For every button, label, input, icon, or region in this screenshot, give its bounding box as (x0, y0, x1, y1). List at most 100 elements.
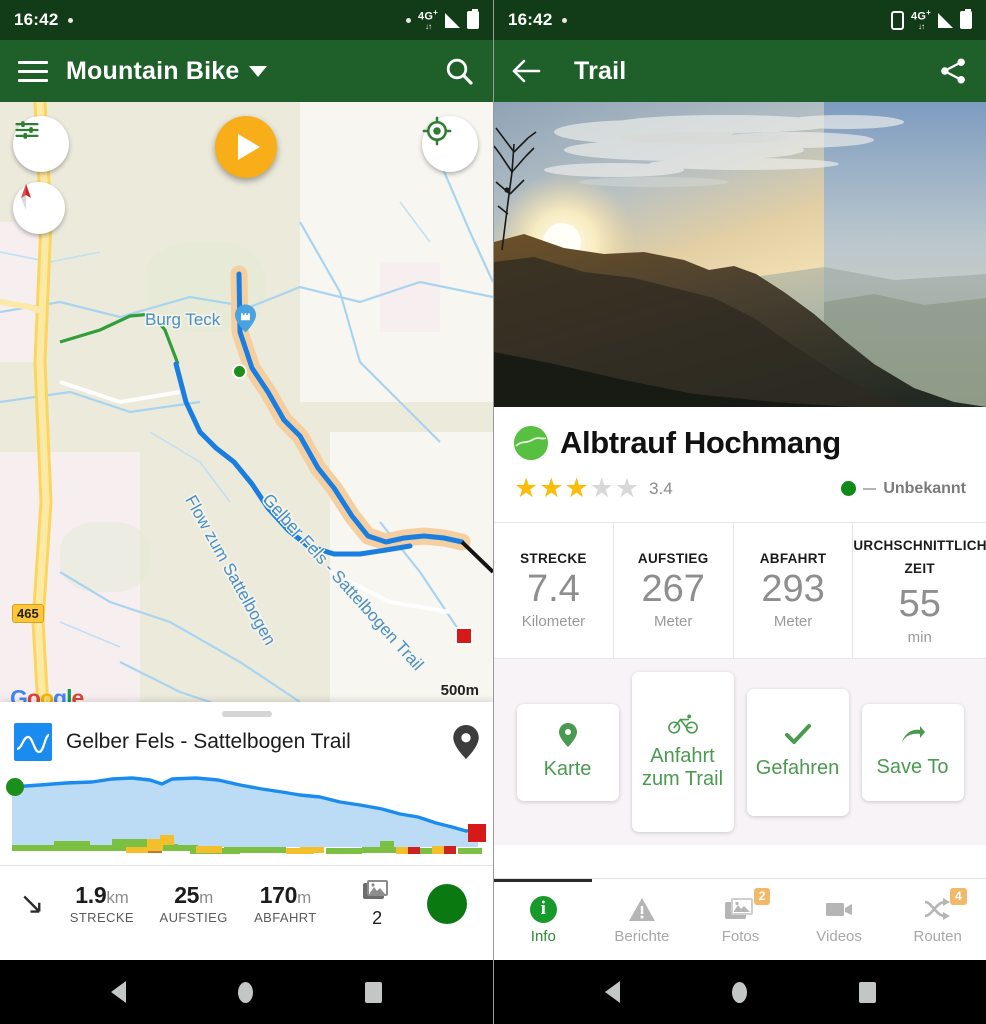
action-card-anfahrt[interactable]: Anfahrt zum Trail (631, 672, 734, 832)
tab-info[interactable]: i Info (494, 894, 593, 945)
elevation-chart-svg (6, 776, 486, 854)
status-notification-dot (68, 17, 74, 23)
search-icon[interactable] (443, 55, 475, 87)
tab-fotos[interactable]: 2 Fotos (691, 888, 790, 945)
map-pin-icon[interactable] (453, 725, 479, 759)
status-bar-left: 16:42 4G+ ↓↑ (0, 0, 493, 40)
sheet-stat-descent-label: ABFAHRT (254, 910, 317, 925)
bottom-tab-bar: i Info Berichte 2 Fotos Videos 4 Routen (494, 878, 986, 960)
rating-value: 3.4 (649, 478, 673, 498)
sheet-stat-ascent-value: 25 (174, 882, 200, 908)
sheet-stat-distance-unit: km (106, 888, 129, 907)
map-canvas[interactable]: Burg Teck 465 Flow zum Sattelbogen Gelbe… (0, 102, 493, 724)
star-icon-4: ★ (589, 473, 614, 503)
nav-home-icon[interactable] (238, 981, 253, 1003)
action-card-gefahren-label: Gefahren (755, 757, 840, 779)
elevation-chart[interactable] (0, 769, 493, 865)
stat-distance: STRECKE 7.4 Kilometer (494, 523, 614, 658)
bicycle-icon (667, 714, 698, 739)
stat-distance-unit: Kilometer (521, 613, 586, 631)
status-notification-dot (562, 17, 568, 23)
status-time: 16:42 (508, 10, 553, 29)
network-type-icon: 4G+ ↓↑ (911, 8, 931, 31)
app-bar-title: Mountain Bike (66, 56, 240, 85)
info-icon: i (529, 895, 557, 923)
sheet-stat-distance: 1.9km STRECKE (56, 882, 148, 925)
action-card-gefahren[interactable]: Gefahren (746, 688, 849, 816)
share-arrow-icon (900, 725, 926, 750)
sheet-photo-count[interactable]: 2 (331, 879, 423, 929)
stat-ascent-label: AUFSTIEG (637, 550, 709, 566)
warning-icon (628, 897, 655, 921)
my-location-button[interactable] (422, 116, 478, 172)
map-filter-button[interactable] (13, 116, 69, 172)
android-nav-bar-right (494, 960, 986, 1024)
sheet-stat-distance-value: 1.9 (75, 882, 107, 908)
vibrate-mode-icon (891, 10, 905, 30)
star-icon-5: ★ (614, 473, 640, 503)
stat-ascent-unit: Meter (654, 613, 693, 631)
tab-routen[interactable]: 4 Routen (888, 888, 986, 945)
trail-title-row: Albtrauf Hochmang (514, 425, 966, 461)
road-shield-465: 465 (12, 604, 44, 623)
compass-button[interactable] (13, 182, 65, 234)
trail-type-icon (514, 426, 548, 460)
difficulty-indicator (427, 883, 467, 924)
battery-icon (467, 9, 479, 29)
nav-home-icon[interactable] (732, 981, 747, 1003)
difficulty-badge: Unbekannt (841, 480, 966, 498)
back-arrow-icon[interactable] (512, 58, 542, 84)
signal-strength-icon (938, 12, 953, 28)
play-triangle-icon (238, 134, 260, 160)
sheet-stat-descent-value: 170 (259, 882, 298, 908)
nav-back-icon[interactable] (111, 981, 126, 1003)
stat-average-time-unit: min (907, 628, 932, 646)
check-icon (784, 724, 811, 751)
stat-ascent-value: 267 (641, 567, 705, 610)
tab-fotos-label: Fotos (721, 928, 760, 945)
trail-hero-photo[interactable] (494, 102, 986, 407)
trail-name: Albtrauf Hochmang (560, 425, 841, 460)
nav-recents-icon[interactable] (859, 981, 876, 1003)
route-start-marker (232, 364, 247, 379)
stat-descent-value: 293 (761, 567, 825, 610)
sheet-photo-count-value: 2 (372, 907, 383, 928)
chevron-down-icon (249, 65, 268, 77)
star-rating[interactable]: ★ ★ ★ ★ ★ (514, 475, 639, 502)
action-card-karte[interactable]: Karte (516, 703, 619, 801)
video-icon (826, 903, 853, 916)
tab-berichte[interactable]: Berichte (593, 894, 692, 945)
dual-screenshot: 16:42 4G+ ↓↑ Mountain Bike Burg Teck 465… (0, 0, 986, 1024)
tab-videos[interactable]: Videos (790, 894, 889, 945)
elevation-profile-icon (14, 723, 52, 761)
signal-strength-icon (445, 12, 460, 28)
stat-average-time-label: DURCHSCHNITTLICHE ZEIT (853, 538, 986, 577)
map-scale-label: 500m (440, 682, 479, 699)
nav-recents-icon[interactable] (365, 981, 382, 1003)
expand-arrow-icon[interactable] (10, 889, 56, 919)
activity-type-selector[interactable]: Mountain Bike (66, 56, 268, 86)
hamburger-icon[interactable] (18, 60, 48, 82)
nav-back-icon[interactable] (605, 981, 620, 1003)
tab-info-label: Info (530, 928, 556, 945)
map-poi-label: Burg Teck (145, 310, 221, 329)
route-end-marker (455, 627, 473, 645)
trail-bottom-sheet[interactable]: Gelber Fels - Sattelbogen Trail 1.9km ST… (0, 702, 493, 960)
star-icon-3: ★ (564, 473, 589, 503)
app-bar-title: Trail (574, 56, 627, 85)
tab-videos-label: Videos (816, 928, 862, 945)
stat-average-time-value: 55 (898, 583, 941, 626)
play-button[interactable] (215, 116, 277, 178)
compass-icon (21, 184, 31, 210)
tab-active-indicator (494, 879, 592, 882)
status-dot-icon (406, 17, 412, 23)
map-pin-icon (558, 723, 577, 752)
castle-poi-pin-icon[interactable] (235, 304, 256, 333)
trail-stats-row: STRECKE 7.4 Kilometer AUFSTIEG 267 Meter… (494, 522, 986, 659)
share-icon[interactable] (938, 56, 968, 86)
sheet-stat-ascent-unit: m (199, 888, 214, 907)
action-card-save-to-label: Save To (876, 756, 949, 778)
action-card-save-to[interactable]: Save To (861, 703, 964, 801)
tab-routen-label: Routen (913, 928, 962, 945)
left-panel-map-screen: 16:42 4G+ ↓↑ Mountain Bike Burg Teck 465… (0, 0, 493, 1024)
